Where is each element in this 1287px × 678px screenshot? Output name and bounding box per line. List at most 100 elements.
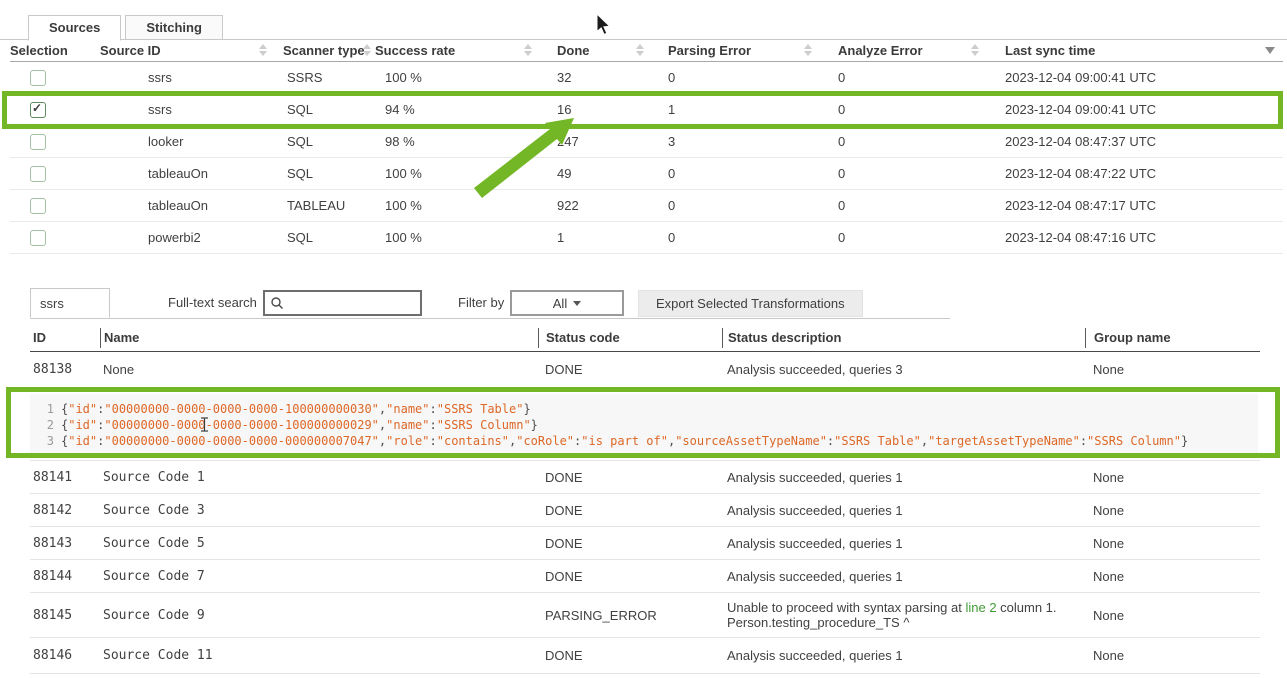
filter-dropdown[interactable]: All xyxy=(510,290,624,316)
last-sync-cell: 2023-12-04 09:00:41 UTC xyxy=(995,70,1283,85)
sort-icon[interactable] xyxy=(636,44,644,58)
search-input[interactable] xyxy=(284,295,420,312)
sort-icon[interactable] xyxy=(971,44,979,58)
name-cell: Source Code 5 xyxy=(100,536,538,551)
toolbar-divider xyxy=(30,318,950,319)
search-box[interactable] xyxy=(263,290,422,316)
error-line-link[interactable]: line 2 xyxy=(965,600,996,615)
sort-icon[interactable] xyxy=(524,44,532,58)
sort-icon[interactable] xyxy=(259,44,267,58)
scanner-type-cell: SQL xyxy=(283,230,375,245)
analyze-error-cell: 0 xyxy=(828,198,995,213)
header-selection: Selection xyxy=(10,40,100,61)
table-row[interactable]: 88141 Source Code 1 DONE Analysis succee… xyxy=(30,461,1260,494)
id-cell: 88141 xyxy=(30,470,100,485)
group-name-cell: None xyxy=(1085,608,1260,623)
header-name: Name xyxy=(100,328,538,348)
sort-icon[interactable] xyxy=(804,44,812,58)
source-id-cell: ssrs xyxy=(100,70,283,85)
table-row[interactable]: tableauOn TABLEAU 100 % 922 0 0 2023-12-… xyxy=(10,190,1283,222)
table-row-selected[interactable]: ssrs SQL 94 % 16 1 0 2023-12-04 09:00:41… xyxy=(10,94,1283,126)
table-row[interactable]: tableauOn SQL 100 % 49 0 0 2023-12-04 08… xyxy=(10,158,1283,190)
name-cell: Source Code 3 xyxy=(100,503,538,518)
analyze-error-cell: 0 xyxy=(828,230,995,245)
header-status-code: Status code xyxy=(538,328,722,348)
analyze-error-cell: 0 xyxy=(828,70,995,85)
tab-sources[interactable]: Sources xyxy=(28,15,121,41)
table-row[interactable]: 88143 Source Code 5 DONE Analysis succee… xyxy=(30,527,1260,560)
table-row[interactable]: 88146 Source Code 11 DONE Analysis succe… xyxy=(30,638,1260,674)
status-code-cell: DONE xyxy=(538,536,722,551)
table-row-parsing-error[interactable]: 88145 Source Code 9 PARSING_ERROR Unable… xyxy=(30,593,1260,638)
status-description-cell: Analysis succeeded, queries 1 xyxy=(722,536,1085,551)
parsing-error-cell: 1 xyxy=(660,102,828,117)
source-id-cell: powerbi2 xyxy=(100,230,283,245)
name-cell: Source Code 9 xyxy=(100,608,538,623)
status-description-cell: Analysis succeeded, queries 3 xyxy=(722,362,1085,377)
name-cell: Source Code 1 xyxy=(100,470,538,485)
code-line: 1{"id":"00000000-0000-0000-0000-10000000… xyxy=(34,401,1258,417)
table-row[interactable]: 88144 Source Code 7 DONE Analysis succee… xyxy=(30,560,1260,593)
code-viewer[interactable]: 1{"id":"00000000-0000-0000-0000-10000000… xyxy=(30,394,1258,454)
table-row[interactable]: ssrs SSRS 100 % 32 0 0 2023-12-04 09:00:… xyxy=(10,62,1283,94)
transformations-table-header: ID Name Status code Status description G… xyxy=(30,325,1260,352)
analyze-error-cell: 0 xyxy=(828,134,995,149)
table-row[interactable]: 88142 Source Code 3 DONE Analysis succee… xyxy=(30,494,1260,527)
header-last-sync-time[interactable]: Last sync time xyxy=(995,40,1283,61)
scanner-type-cell: TABLEAU xyxy=(283,198,375,213)
export-selected-transformations-button[interactable]: Export Selected Transformations xyxy=(638,290,863,317)
group-name-cell: None xyxy=(1085,569,1260,584)
group-name-cell: None xyxy=(1085,362,1260,377)
status-code-cell: DONE xyxy=(538,648,722,663)
parsing-error-cell: 0 xyxy=(660,70,828,85)
row-checkbox[interactable] xyxy=(30,230,46,246)
search-label: Full-text search xyxy=(168,295,257,310)
scanner-type-cell: SQL xyxy=(283,102,375,117)
id-cell: 88142 xyxy=(30,503,100,518)
header-source-id[interactable]: Source ID xyxy=(100,40,283,61)
name-cell: Source Code 7 xyxy=(100,569,538,584)
id-cell: 88144 xyxy=(30,569,100,584)
sort-icon[interactable] xyxy=(363,44,371,58)
tab-stitching[interactable]: Stitching xyxy=(125,15,223,40)
row-checkbox[interactable] xyxy=(30,102,46,118)
status-code-cell: DONE xyxy=(538,362,722,377)
source-id-cell: tableauOn xyxy=(100,198,283,213)
group-name-cell: None xyxy=(1085,503,1260,518)
id-cell: 88138 xyxy=(30,362,100,377)
status-description-cell: Unable to proceed with syntax parsing at… xyxy=(722,600,1085,630)
group-name-cell: None xyxy=(1085,648,1260,663)
status-code-cell: DONE xyxy=(538,503,722,518)
id-cell: 88143 xyxy=(30,536,100,551)
done-cell: 247 xyxy=(548,134,660,149)
filter-label: Filter by xyxy=(458,295,504,310)
parsing-error-cell: 3 xyxy=(660,134,828,149)
table-row[interactable]: powerbi2 SQL 100 % 1 0 0 2023-12-04 08:4… xyxy=(10,222,1283,254)
header-success-rate[interactable]: Success rate xyxy=(375,40,548,61)
table-row[interactable]: looker SQL 98 % 247 3 0 2023-12-04 08:47… xyxy=(10,126,1283,158)
header-parsing-error[interactable]: Parsing Error xyxy=(660,40,828,61)
transformations-toolbar: ssrs Full-text search Filter by All Expo… xyxy=(0,288,1287,319)
filter-icon[interactable] xyxy=(1265,47,1275,54)
success-rate-cell: 100 % xyxy=(375,166,548,181)
source-id-cell: tableauOn xyxy=(100,166,283,181)
name-cell: Source Code 11 xyxy=(100,648,538,663)
id-cell: 88146 xyxy=(30,648,100,663)
row-checkbox[interactable] xyxy=(30,166,46,182)
header-analyze-error[interactable]: Analyze Error xyxy=(828,40,995,61)
row-checkbox[interactable] xyxy=(30,134,46,150)
row-checkbox[interactable] xyxy=(30,70,46,86)
header-done[interactable]: Done xyxy=(548,40,660,61)
done-cell: 16 xyxy=(548,102,660,117)
analyze-error-cell: 0 xyxy=(828,102,995,117)
source-subtab-ssrs[interactable]: ssrs xyxy=(30,288,110,318)
source-id-cell: ssrs xyxy=(100,102,283,117)
status-code-cell: DONE xyxy=(538,470,722,485)
done-cell: 32 xyxy=(548,70,660,85)
analyze-error-cell: 0 xyxy=(828,166,995,181)
header-scanner-type[interactable]: Scanner type xyxy=(283,40,375,61)
parsing-error-cell: 0 xyxy=(660,166,828,181)
done-cell: 1 xyxy=(548,230,660,245)
row-checkbox[interactable] xyxy=(30,198,46,214)
table-row[interactable]: 88138 None DONE Analysis succeeded, quer… xyxy=(30,352,1260,388)
